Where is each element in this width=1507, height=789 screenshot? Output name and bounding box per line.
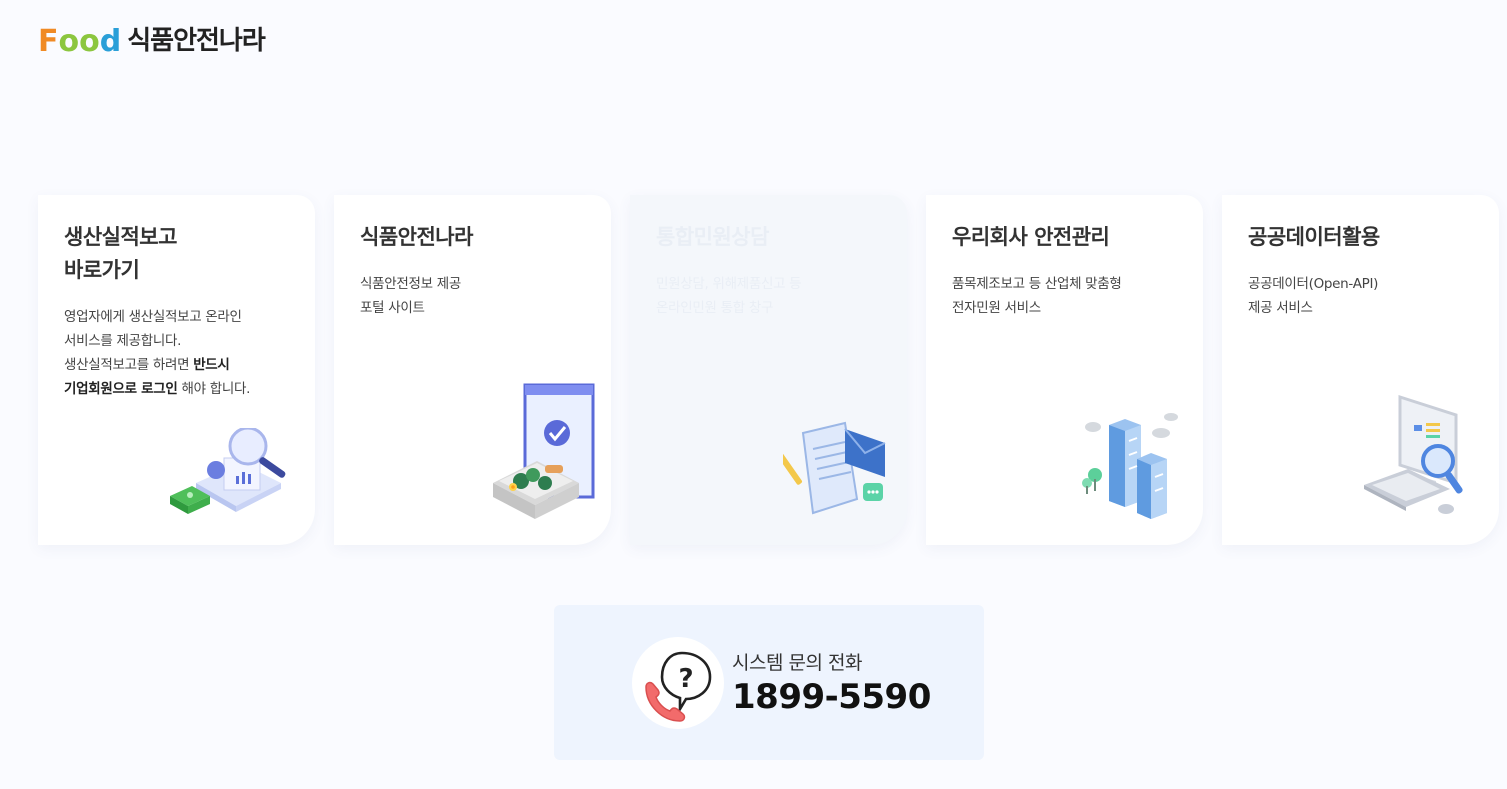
service-cards: 생산실적보고 바로가기 영업자에게 생산실적보고 온라인 서비스를 제공합니다.… — [38, 195, 1499, 545]
card-food-safety-korea[interactable]: 식품안전나라 식품안전정보 제공 포털 사이트 — [334, 195, 611, 545]
card-production-report[interactable]: 생산실적보고 바로가기 영업자에게 생산실적보고 온라인 서비스를 제공합니다.… — [38, 195, 315, 545]
food-tray-check-icon — [487, 383, 597, 527]
card-integrated-civil-complaint[interactable]: 통합민원상담 민원상담, 위해제품신고 등 온라인민원 통합 창구 — [630, 195, 907, 545]
computer-search-icon — [1360, 393, 1485, 527]
desc-line: 생산실적보고를 하려면 반드시 — [64, 357, 230, 373]
desc-line: 공공데이터(Open-API) — [1248, 276, 1379, 292]
logo-text: 식품안전나라 — [127, 26, 266, 56]
report-magnifier-icon — [166, 426, 301, 527]
card-title: 식품안전나라 — [360, 225, 473, 249]
desc-line: 제공 서비스 — [1248, 300, 1313, 316]
logo-letter-f: F — [38, 23, 59, 59]
desc-line: 온라인민원 통합 창구 — [656, 300, 774, 316]
card-title: 생산실적보고 바로가기 — [64, 225, 177, 282]
contact-label: 시스템 문의 전화 — [732, 652, 862, 674]
card-title: 공공데이터활용 — [1248, 225, 1380, 249]
contact-text: 시스템 문의 전화 1899-5590 — [732, 648, 931, 717]
desc-line: 전자민원 서비스 — [952, 300, 1041, 316]
card-public-data[interactable]: 공공데이터활용 공공데이터(Open-API) 제공 서비스 — [1222, 195, 1499, 545]
document-mail-icon — [778, 413, 893, 527]
logo-letter-o: o — [79, 23, 100, 59]
desc-line: 포털 사이트 — [360, 300, 425, 316]
food-logo-mark: F o o d — [38, 21, 121, 57]
card-description: 식품안전정보 제공 포털 사이트 — [360, 272, 587, 320]
card-description: 영업자에게 생산실적보고 온라인 서비스를 제공합니다. 생산실적보고를 하려면… — [64, 305, 291, 401]
system-inquiry-contact: ? 시스템 문의 전화 1899-5590 — [554, 605, 984, 760]
card-company-safety-management[interactable]: 우리회사 안전관리 품목제조보고 등 산업체 맞춤형 전자민원 서비스 — [926, 195, 1203, 545]
card-title: 통합민원상담 — [656, 225, 769, 249]
desc-line: 민원상담, 위해제품신고 등 — [656, 276, 802, 292]
card-description: 공공데이터(Open-API) 제공 서비스 — [1248, 272, 1475, 320]
card-title: 우리회사 안전관리 — [952, 225, 1110, 249]
phone-question-icon: ? — [632, 636, 724, 729]
card-description: 품목제조보고 등 산업체 맞춤형 전자민원 서비스 — [952, 272, 1179, 320]
contact-phone-number[interactable]: 1899-5590 — [732, 677, 931, 717]
logo-letter-o: o — [58, 23, 80, 59]
site-logo[interactable]: F o o d 식품안전나라 — [38, 20, 266, 57]
svg-text:?: ? — [678, 664, 693, 694]
desc-line: 영업자에게 생산실적보고 온라인 — [64, 309, 242, 325]
card-description: 민원상담, 위해제품신고 등 온라인민원 통합 창구 — [656, 272, 883, 320]
desc-line: 식품안전정보 제공 — [360, 276, 461, 292]
office-building-icon — [1079, 413, 1189, 527]
desc-line: 서비스를 제공합니다. — [64, 333, 182, 349]
desc-line: 품목제조보고 등 산업체 맞춤형 — [952, 276, 1122, 292]
logo-letter-d: d — [99, 23, 122, 59]
desc-line: 기업회원으로 로그인 해야 합니다. — [64, 381, 251, 397]
page: F o o d 식품안전나라 생산실적보고 바로가기 영업자에게 생산실적보고 … — [0, 0, 1507, 789]
